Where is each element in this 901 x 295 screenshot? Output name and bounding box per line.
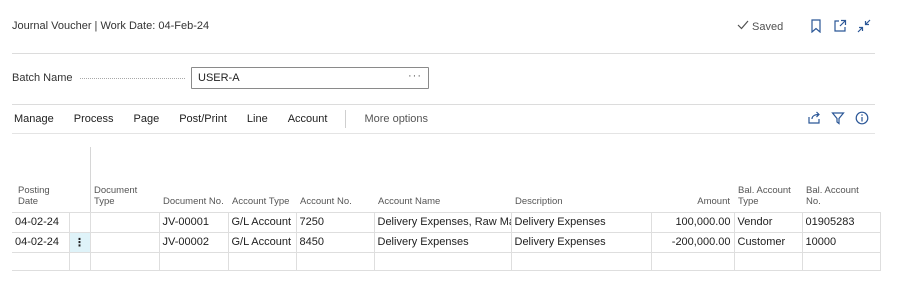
col-document-no[interactable]: Document No. xyxy=(159,180,228,212)
cell-bal-account-type[interactable]: Customer xyxy=(734,232,803,253)
cell-empty[interactable] xyxy=(296,252,375,271)
action-manage[interactable]: Manage xyxy=(14,113,54,125)
saved-label: Saved xyxy=(752,20,784,33)
cell-account-name[interactable]: Delivery Expenses, Raw Mat. xyxy=(374,211,512,233)
cell-empty[interactable] xyxy=(228,252,297,271)
action-account[interactable]: Account xyxy=(288,113,328,125)
cell-empty[interactable] xyxy=(12,252,70,271)
cell-amount[interactable]: 100,000.00 xyxy=(651,211,735,233)
cell-account-no[interactable]: 7250 xyxy=(296,211,375,233)
cell-description[interactable]: Delivery Expenses xyxy=(511,232,652,253)
cell-bal-account-no[interactable]: 01905283 xyxy=(802,211,881,233)
cell-posting-date[interactable]: 04-02-24 xyxy=(12,232,70,253)
cell-account-type[interactable]: G/L Account xyxy=(228,211,297,233)
cell-document-type[interactable] xyxy=(90,232,160,253)
bookmark-icon[interactable] xyxy=(808,18,824,34)
action-page[interactable]: Page xyxy=(134,113,160,125)
journal-lines-table: Posting Date Document Type Document No. … xyxy=(12,180,881,271)
row-menu-icon[interactable]: ⋮ xyxy=(69,232,91,253)
cell-empty[interactable] xyxy=(374,252,512,271)
batch-name-lookup-button[interactable]: ··· xyxy=(408,70,422,82)
cell-bal-account-type[interactable]: Vendor xyxy=(734,211,803,233)
cell-document-type[interactable] xyxy=(90,211,160,233)
action-process[interactable]: Process xyxy=(74,113,114,125)
action-more-options[interactable]: More options xyxy=(364,113,428,125)
col-description[interactable]: Description xyxy=(511,180,651,212)
cell-description[interactable]: Delivery Expenses xyxy=(511,211,652,233)
cell-empty[interactable] xyxy=(802,252,881,271)
table-row[interactable]: 04-02-24 ⋮ JV-00002 G/L Account 8450 Del… xyxy=(12,232,881,253)
action-line[interactable]: Line xyxy=(247,113,268,125)
cell-empty[interactable] xyxy=(651,252,735,271)
share-icon[interactable] xyxy=(806,110,822,126)
cell-account-name[interactable]: Delivery Expenses xyxy=(374,232,512,253)
batch-name-value: USER-A xyxy=(198,72,240,84)
batch-name-leader xyxy=(80,78,185,79)
cell-posting-date[interactable]: 04-02-24 xyxy=(12,211,70,233)
col-bal-account-no[interactable]: Bal. Account No. xyxy=(802,180,880,212)
col-account-name[interactable]: Account Name xyxy=(374,180,511,212)
cell-amount[interactable]: -200,000.00 xyxy=(651,232,735,253)
table-row-new[interactable] xyxy=(12,252,881,271)
col-posting-date[interactable]: Posting Date xyxy=(12,180,69,212)
col-account-no[interactable]: Account No. xyxy=(296,180,374,212)
col-amount[interactable]: Amount xyxy=(651,180,734,212)
open-new-window-icon[interactable] xyxy=(832,18,848,34)
col-bal-account-type[interactable]: Bal. Account Type xyxy=(734,180,802,212)
cell-account-type[interactable]: G/L Account xyxy=(228,232,297,253)
cell-empty[interactable] xyxy=(69,252,91,271)
action-post-print[interactable]: Post/Print xyxy=(179,113,227,125)
cell-empty[interactable] xyxy=(511,252,652,271)
cell-account-no[interactable]: 8450 xyxy=(296,232,375,253)
collapse-icon[interactable] xyxy=(856,18,872,34)
col-account-type[interactable]: Account Type xyxy=(228,180,296,212)
col-row-menu xyxy=(69,180,90,212)
cell-empty[interactable] xyxy=(734,252,803,271)
cell-empty[interactable] xyxy=(159,252,229,271)
batch-name-label: Batch Name xyxy=(12,72,73,84)
batch-name-input[interactable]: USER-A ··· xyxy=(191,67,429,89)
col-document-type[interactable]: Document Type xyxy=(90,180,159,212)
action-separator xyxy=(345,110,347,128)
batch-divider xyxy=(12,104,875,105)
saved-status: Saved xyxy=(737,20,783,33)
cell-document-no[interactable]: JV-00001 xyxy=(159,211,229,233)
filter-icon[interactable] xyxy=(830,110,846,126)
checkmark-icon xyxy=(737,20,749,33)
header-divider xyxy=(12,53,875,54)
action-bar-divider xyxy=(12,133,875,134)
cell-row-menu[interactable] xyxy=(69,211,91,233)
table-row[interactable]: 04-02-24 JV-00001 G/L Account 7250 Deliv… xyxy=(12,211,881,233)
page-title: Journal Voucher | Work Date: 04-Feb-24 xyxy=(12,20,210,32)
cell-bal-account-no[interactable]: 10000 xyxy=(802,232,881,253)
cell-empty[interactable] xyxy=(90,252,160,271)
info-icon[interactable] xyxy=(854,110,870,126)
cell-document-no[interactable]: JV-00002 xyxy=(159,232,229,253)
action-bar: Manage Process Page Post/Print Line Acco… xyxy=(14,110,448,128)
